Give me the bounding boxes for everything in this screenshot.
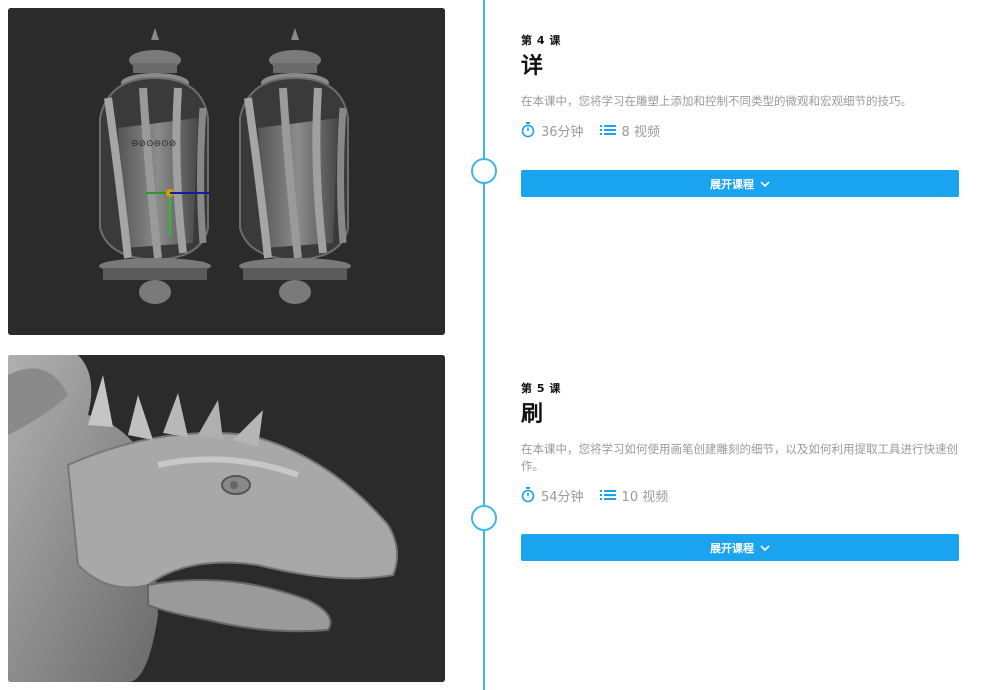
lesson-meta: 54分钟 10 视频 xyxy=(521,485,961,505)
chevron-down-icon xyxy=(760,180,770,187)
lesson-description: 在本课中，您将学习在雕塑上添加和控制不同类型的微观和宏观细节的技巧。 xyxy=(521,94,912,108)
video-count-text: 10 视频 xyxy=(621,489,669,505)
lesson-5-thumbnail[interactable] xyxy=(8,355,445,682)
duration: 36分钟 xyxy=(521,121,584,140)
dragon-sculpt-image xyxy=(8,355,445,682)
video-count: 8 视频 xyxy=(599,121,660,140)
chevron-down-icon xyxy=(760,544,770,551)
video-count: 10 视频 xyxy=(599,486,669,505)
video-count-text: 8 视频 xyxy=(621,124,660,140)
expand-button-label: 展开课程 xyxy=(710,177,754,191)
lesson-number: 第 4 课 xyxy=(521,34,561,47)
lesson-number: 第 5 课 xyxy=(521,382,561,395)
lesson-title: 详 xyxy=(521,54,544,79)
stopwatch-icon xyxy=(521,487,535,503)
expand-button-label: 展开课程 xyxy=(710,541,754,555)
timeline-line xyxy=(483,0,485,690)
duration-text: 36分钟 xyxy=(541,124,584,140)
lesson-4-details: 第 4 课 详 在本课中，您将学习在雕塑上添加和控制不同类型的微观和宏观细节的技… xyxy=(521,32,961,197)
lesson-description: 在本课中，您将学习如何使用画笔创建雕刻的细节，以及如何利用提取工具进行快速创作。 xyxy=(521,442,958,473)
duration: 54分钟 xyxy=(521,486,584,505)
lesson-5-details: 第 5 课 刷 在本课中，您将学习如何使用画笔创建雕刻的细节，以及如何利用提取工… xyxy=(521,380,961,561)
list-icon xyxy=(599,125,616,135)
timeline-node-lesson-4 xyxy=(471,158,497,184)
stopwatch-icon xyxy=(521,122,535,138)
lesson-meta: 36分钟 8 视频 xyxy=(521,120,961,140)
lesson-title: 刷 xyxy=(521,402,544,427)
svg-text:⊖⊘⊙⊖⊙⊘: ⊖⊘⊙⊖⊙⊘ xyxy=(131,139,176,149)
lantern-sculpt-image: ⊖⊘⊙⊖⊙⊘ xyxy=(8,8,445,335)
timeline-node-lesson-5 xyxy=(471,505,497,531)
expand-lesson-4-button[interactable]: 展开课程 xyxy=(521,170,959,197)
list-icon xyxy=(599,490,616,500)
expand-lesson-5-button[interactable]: 展开课程 xyxy=(521,534,959,561)
lesson-4-thumbnail[interactable]: ⊖⊘⊙⊖⊙⊘ xyxy=(8,8,445,335)
duration-text: 54分钟 xyxy=(541,489,584,505)
